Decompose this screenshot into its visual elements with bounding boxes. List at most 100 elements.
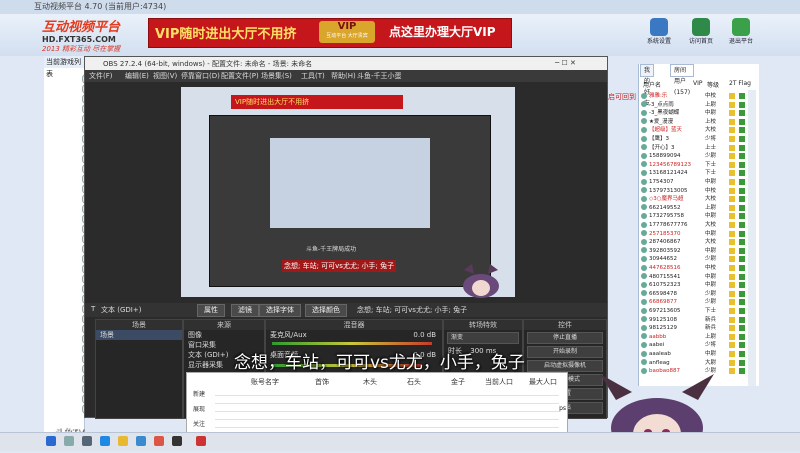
- user-status-icon: [739, 299, 745, 306]
- home-button[interactable]: 访问首页: [684, 18, 718, 52]
- select-color-button[interactable]: 选择颜色: [305, 304, 347, 317]
- user-badge-icon: [729, 351, 735, 357]
- user-row[interactable]: 697213605 下士: [641, 307, 753, 315]
- user-name: 392803592: [649, 247, 681, 254]
- user-status-icon: [739, 101, 745, 108]
- user-row[interactable]: 287406867 大校: [641, 238, 753, 246]
- edge-icon[interactable]: [100, 436, 110, 446]
- client-logo[interactable]: 互动视频平台 HD.FXT365.COM 2013 精彩互动 尽在掌握: [42, 16, 147, 54]
- menu-tools[interactable]: 工具(T): [301, 70, 325, 82]
- user-row[interactable]: 392803592 中尉: [641, 247, 753, 255]
- start-recording-button[interactable]: 开始录制: [527, 346, 603, 358]
- user-row[interactable]: 123456789123 下士: [641, 161, 753, 169]
- user-row[interactable]: 98125129 新兵: [641, 324, 753, 332]
- user-row[interactable]: 662149552 上尉: [641, 204, 753, 212]
- user-row[interactable]: 【超级】蓝天 大校: [641, 126, 753, 134]
- user-row[interactable]: 480715541 中尉: [641, 273, 753, 281]
- user-row[interactable]: 1754307 中尉: [641, 178, 753, 186]
- transition-select[interactable]: 渐变: [447, 332, 519, 344]
- menu-view[interactable]: 视图(V): [153, 70, 177, 82]
- user-row[interactable]: 610752323 中尉: [641, 281, 753, 289]
- user-name: 287406867: [649, 239, 681, 246]
- user-level: 中尉: [705, 282, 717, 289]
- user-row[interactable]: 13797313005 中校: [641, 187, 753, 195]
- settings-button[interactable]: 系统设置: [642, 18, 676, 52]
- side-new[interactable]: 新建: [193, 389, 213, 398]
- user-row[interactable]: ◇3○魔界马超 大校: [641, 195, 753, 203]
- col-username[interactable]: 用户名: [643, 80, 661, 89]
- col-gold[interactable]: 金子: [451, 377, 465, 387]
- col-jewelry[interactable]: 首饰: [315, 377, 329, 387]
- scene-item[interactable]: 场景: [96, 330, 182, 340]
- window-controls[interactable]: ─ ☐ ✕: [555, 59, 576, 67]
- source-item[interactable]: 图像: [184, 330, 264, 340]
- user-row[interactable]: 257185370 中尉: [641, 230, 753, 238]
- user-row[interactable]: 17778677776 大校: [641, 221, 753, 229]
- search-icon[interactable]: [64, 436, 74, 446]
- user-row[interactable]: aaaleab 中尉: [641, 350, 753, 358]
- side-follow[interactable]: 关注: [193, 419, 213, 428]
- col-vip[interactable]: VIP: [693, 80, 703, 87]
- exit-button[interactable]: 退出平台: [724, 18, 758, 52]
- user-badge-icon: [729, 93, 735, 99]
- user-status-icon: [739, 351, 745, 357]
- select-font-button[interactable]: 选择字体: [259, 304, 301, 317]
- menu-scene-collection[interactable]: 场景集(S): [261, 70, 292, 82]
- menu-profile[interactable]: 配置文件(P): [221, 70, 259, 82]
- user-row[interactable]: anfleag 大尉: [641, 359, 753, 367]
- user-row[interactable]: 66869877 少尉: [641, 298, 753, 306]
- user-row[interactable]: 30944652 少尉: [641, 255, 753, 263]
- chrome-icon[interactable]: [154, 436, 164, 446]
- filters-button[interactable]: 滤镜: [231, 304, 259, 317]
- user-row[interactable]: 158899094 少尉: [641, 152, 753, 160]
- properties-button[interactable]: 属性: [197, 304, 225, 317]
- user-status-icon: [739, 247, 745, 254]
- user-row[interactable]: aabbb 上尉: [641, 333, 753, 341]
- game-list-header: 当前游戏列表: [44, 56, 84, 78]
- obs-icon[interactable]: [172, 436, 182, 446]
- col-account[interactable]: 账号名字: [251, 377, 279, 387]
- user-row[interactable]: ★爱_漫漫 上校: [641, 118, 753, 126]
- tab-friends[interactable]: 我的好友: [640, 64, 655, 107]
- user-row[interactable]: 447628516 中校: [641, 264, 753, 272]
- spreadsheet-grid[interactable]: [215, 388, 559, 434]
- user-level: 大尉: [705, 359, 717, 366]
- user-name: aabei: [649, 342, 665, 349]
- game-icon[interactable]: [196, 436, 206, 446]
- menu-help[interactable]: 帮助(H): [331, 70, 356, 82]
- menu-file[interactable]: 文件(F): [89, 70, 113, 82]
- col-wood[interactable]: 木头: [363, 377, 377, 387]
- col-current-pop[interactable]: 当前人口: [485, 377, 513, 387]
- vip-banner[interactable]: VIP随时进出大厅不用挤 VIP 互动平台 大厅贵宾 点这里办理大厅VIP: [148, 18, 512, 48]
- user-row[interactable]: 99125108 新兵: [641, 316, 753, 324]
- spreadsheet-header: 账号名字 首饰 木头 石头 金子 当前人口 最大人口: [215, 377, 559, 387]
- user-row[interactable]: 13168121424 下士: [641, 169, 753, 177]
- tab-room-users[interactable]: 房间用户(157): [670, 64, 695, 96]
- user-row[interactable]: 1732795758 中尉: [641, 212, 753, 220]
- user-row[interactable]: aabei 少将: [641, 341, 753, 349]
- obs-menubar: 文件(F) 编辑(E) 视图(V) 停靠窗口(D) 配置文件(P) 场景集(S)…: [85, 70, 607, 82]
- col-level[interactable]: 等级: [707, 80, 719, 89]
- menu-account[interactable]: 斗鱼-千王小蛋: [357, 70, 402, 82]
- windows-icon[interactable]: [46, 436, 56, 446]
- user-row[interactable]: -3_点点雨 上尉: [641, 101, 753, 109]
- user-badge-icon: [729, 213, 735, 220]
- user-row[interactable]: 雅雅:乐 中校: [641, 92, 753, 100]
- store-icon[interactable]: [136, 436, 146, 446]
- stop-streaming-button[interactable]: 停止直播: [527, 332, 603, 344]
- col-max-pop[interactable]: 最大人口: [529, 377, 557, 387]
- col-flag[interactable]: 2T Flag: [729, 80, 751, 87]
- side-show[interactable]: 展现: [193, 404, 213, 413]
- explorer-icon[interactable]: [118, 436, 128, 446]
- text-source-value[interactable]: 念想; 车站; 可可vs尤尤; 小手; 兔子: [357, 305, 467, 315]
- user-avatar-icon: [641, 298, 647, 305]
- user-row[interactable]: 66598478 少尉: [641, 290, 753, 298]
- col-stone[interactable]: 石头: [407, 377, 421, 387]
- menu-edit[interactable]: 编辑(E): [125, 70, 149, 82]
- taskview-icon[interactable]: [82, 436, 92, 446]
- user-row[interactable]: 【开心】3 上士: [641, 144, 753, 152]
- user-row[interactable]: 【鹰】3 少将: [641, 135, 753, 143]
- user-row[interactable]: -3_黑夜蝴蝶 中尉: [641, 109, 753, 117]
- menu-dock[interactable]: 停靠窗口(D): [181, 70, 220, 82]
- user-list-scrollbar[interactable]: [748, 90, 756, 386]
